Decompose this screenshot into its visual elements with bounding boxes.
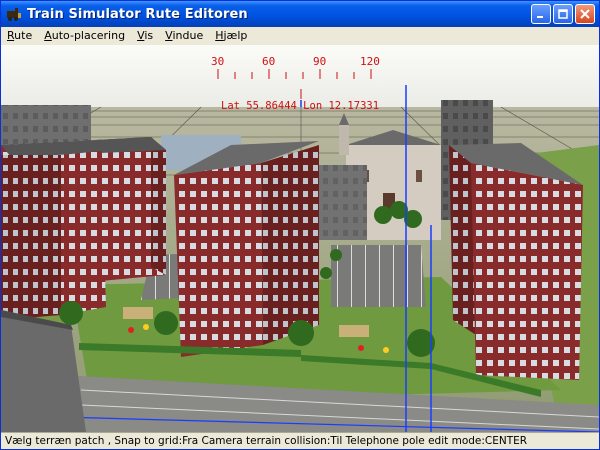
maximize-button[interactable]	[553, 4, 573, 24]
menu-bar: Rute Auto-placering Vis Vindue Hjælp	[1, 27, 599, 45]
parking-lot-right	[331, 245, 426, 307]
close-button[interactable]	[575, 4, 595, 24]
minimize-icon	[537, 16, 543, 18]
3d-viewport[interactable]: 30 60 90 120 Lat 55.86444 Lon 12.17331	[1, 45, 599, 432]
maximize-icon	[558, 9, 568, 19]
compass-label-90: 90	[313, 55, 326, 68]
scene-canvas[interactable]: 30 60 90 120 Lat 55.86444 Lon 12.17331	[1, 45, 599, 432]
status-bar: Vælg terræn patch , Snap to grid:Fra Cam…	[1, 432, 599, 449]
train-app-icon	[7, 8, 21, 21]
app-window: Train Simulator Rute Editoren Rute Auto-…	[0, 0, 600, 450]
menu-vindue[interactable]: Vindue	[159, 27, 209, 45]
menu-rute[interactable]: Rute	[1, 27, 38, 45]
window-title: Train Simulator Rute Editoren	[27, 6, 248, 22]
minimize-button[interactable]	[531, 4, 551, 24]
menu-help-mnemonic: H	[215, 29, 224, 42]
menu-auto-label: uto-placering	[51, 29, 126, 42]
menu-auto-placering[interactable]: Auto-placering	[38, 27, 131, 45]
status-text: Vælg terræn patch , Snap to grid:Fra Cam…	[5, 435, 528, 447]
menu-vis[interactable]: Vis	[131, 27, 159, 45]
compass-label-60: 60	[262, 55, 275, 68]
menu-auto-mnemonic: A	[44, 29, 52, 42]
coordinates-readout: Lat 55.86444 Lon 12.17331	[221, 100, 379, 112]
compass-label-30: 30	[211, 55, 224, 68]
menu-vis-label: is	[144, 29, 154, 42]
window-controls	[531, 4, 595, 24]
title-bar[interactable]: Train Simulator Rute Editoren	[1, 1, 599, 27]
close-icon	[580, 9, 590, 19]
menu-vindue-label: indue	[172, 29, 204, 42]
menu-help-label: jælp	[223, 29, 248, 42]
menu-help[interactable]: Hjælp	[209, 27, 253, 45]
compass-label-120: 120	[360, 55, 380, 68]
menu-rute-label: ute	[14, 29, 33, 42]
